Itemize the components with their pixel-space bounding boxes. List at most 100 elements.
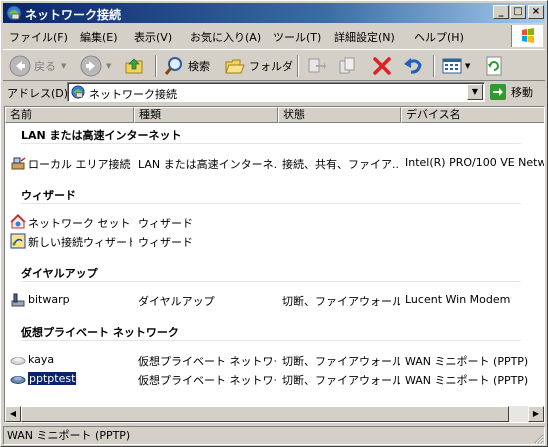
network-setup-wizard-icon (10, 214, 26, 229)
go-arrow-icon (490, 84, 506, 100)
vpn-icon (10, 357, 26, 365)
address-dropdown-icon[interactable]: ▼ (467, 84, 483, 100)
item-name: ネットワーク セットア... (28, 217, 132, 230)
window-title: ネットワーク接続 (25, 8, 122, 22)
address-input[interactable]: ネットワーク接続 ▼ (67, 82, 485, 102)
maximize-button[interactable]: □ (510, 5, 526, 19)
column-header-device[interactable]: デバイス名 (401, 107, 544, 123)
connections-list[interactable]: 名前 種類 状態 デバイス名 LAN または高速インターネット ローカル エリア… (4, 106, 545, 423)
menu-favorites[interactable]: お気に入り(A) (190, 29, 261, 45)
toolbar-separator (297, 55, 299, 77)
move-to-button[interactable] (305, 53, 327, 79)
undo-button[interactable] (402, 53, 424, 79)
delete-button[interactable] (371, 53, 393, 79)
list-item[interactable]: ローカル エリア接続 LAN または高速インターネ... 接続、共有、ファイア.… (5, 154, 545, 172)
scrollbar-thumb[interactable] (21, 406, 509, 422)
menu-bar: ファイル(F) 編集(E) 表示(V) お気に入り(A) ツール(T) 詳細設定… (3, 25, 511, 47)
scroll-left-icon[interactable]: ◀ (5, 406, 21, 422)
menu-view[interactable]: 表示(V) (134, 29, 172, 45)
menu-advanced[interactable]: 詳細設定(N) (334, 29, 395, 45)
group-divider (21, 340, 521, 341)
item-type: ウィザード (138, 217, 193, 230)
list-item[interactable]: kaya 仮想プライベート ネットワー... 切断、ファイアウォール WAN ミ… (5, 351, 544, 369)
item-name: ローカル エリア接続 (28, 158, 131, 171)
item-type: 仮想プライベート ネットワー... (138, 374, 276, 387)
windows-logo-icon (511, 25, 543, 47)
column-header-name[interactable]: 名前 (5, 107, 134, 123)
up-folder-icon (125, 58, 143, 74)
search-icon (164, 57, 182, 75)
minimize-button[interactable]: _ (493, 5, 509, 19)
network-connections-icon (71, 85, 85, 99)
item-type: LAN または高速インターネ... (138, 158, 276, 171)
vpn-icon (10, 376, 26, 384)
column-header-type[interactable]: 種類 (134, 107, 278, 123)
close-button[interactable]: × (528, 5, 544, 19)
scroll-right-icon[interactable]: ▶ (528, 406, 544, 422)
up-button[interactable] (123, 53, 145, 79)
selected-item-name: pptptest (28, 372, 78, 385)
group-divider (21, 281, 521, 282)
menu-help[interactable]: ヘルプ(H) (414, 29, 464, 45)
item-type: 仮想プライベート ネットワー... (138, 355, 276, 368)
toolbar-separator (155, 55, 157, 77)
toolbar: 戻る ▼ ▼ 検索 フォルダ ▼ (3, 49, 545, 81)
menu-tools[interactable]: ツール(T) (273, 29, 321, 45)
item-name: bitwarp (28, 293, 70, 306)
forward-dropdown-icon[interactable]: ▼ (106, 62, 111, 70)
views-icon (442, 58, 462, 74)
group-title-lan: LAN または高速インターネット (21, 129, 182, 142)
group-divider (21, 203, 521, 204)
toolbar-separator (433, 55, 435, 77)
item-name: pptptest (28, 372, 132, 385)
address-bar: アドレス(D) ネットワーク接続 ▼ 移動 (3, 81, 545, 103)
address-value: ネットワーク接続 (89, 88, 177, 101)
move-to-icon (308, 58, 326, 73)
go-button[interactable]: 移動 (489, 82, 543, 102)
item-device: WAN ミニポート (PPTP) (405, 355, 529, 368)
list-item[interactable]: 新しい接続ウィザード ウィザード (5, 232, 544, 250)
group-divider (21, 143, 521, 144)
network-connections-icon (6, 5, 22, 21)
back-label: 戻る (34, 60, 56, 73)
folders-icon (225, 59, 245, 74)
group-title-vpn: 仮想プライベート ネットワーク (21, 326, 179, 339)
back-dropdown-icon[interactable]: ▼ (61, 62, 66, 70)
forward-arrow-icon (80, 55, 102, 77)
refresh-button[interactable] (483, 53, 505, 79)
item-name: kaya (28, 353, 55, 366)
undo-icon (404, 58, 422, 74)
list-item[interactable]: bitwarp ダイヤルアップ 切断、ファイアウォール Lucent Win M… (5, 291, 544, 309)
lan-connection-icon (11, 157, 26, 170)
copy-to-button[interactable] (337, 53, 359, 79)
item-device: Lucent Win Modem (405, 293, 511, 306)
title-bar[interactable]: ネットワーク接続 _ □ × (3, 3, 545, 23)
status-bar: WAN ミニポート (PPTP) (3, 426, 545, 445)
item-device: WAN ミニポート (PPTP) (405, 374, 529, 387)
group-title-dialup: ダイヤルアップ (21, 267, 98, 280)
explorer-window: ネットワーク接続 _ □ × ファイル(F) 編集(E) 表示(V) お気に入り… (0, 0, 548, 447)
list-item[interactable]: ネットワーク セットア... ウィザード (5, 213, 544, 231)
views-button[interactable]: ▼ (441, 53, 470, 79)
search-label: 検索 (188, 60, 210, 73)
status-text: WAN ミニポート (PPTP) (3, 426, 545, 445)
search-button[interactable]: 検索 (163, 53, 210, 79)
copy-to-icon (339, 57, 355, 74)
horizontal-scrollbar[interactable]: ◀ ▶ (5, 406, 544, 422)
list-item-selected[interactable]: pptptest 仮想プライベート ネットワー... 切断、ファイアウォール W… (5, 370, 544, 388)
back-button[interactable]: 戻る ▼ (9, 53, 66, 79)
column-header-status[interactable]: 状態 (278, 107, 401, 123)
menu-edit[interactable]: 編集(E) (80, 29, 118, 45)
item-device: Intel(R) PRO/100 VE Netw (405, 156, 545, 169)
item-status: 切断、ファイアウォール (282, 374, 400, 387)
menu-file[interactable]: ファイル(F) (9, 29, 68, 45)
item-status: 切断、ファイアウォール (282, 355, 400, 368)
new-connection-wizard-icon (10, 233, 26, 249)
folders-button[interactable]: フォルダ (224, 53, 293, 79)
go-label: 移動 (511, 86, 533, 99)
item-status: 接続、共有、ファイア... (282, 158, 400, 171)
views-dropdown-icon[interactable]: ▼ (465, 62, 470, 70)
item-type: ダイヤルアップ (138, 295, 215, 308)
forward-button[interactable]: ▼ (80, 53, 111, 79)
resize-grip-icon[interactable] (532, 432, 544, 444)
